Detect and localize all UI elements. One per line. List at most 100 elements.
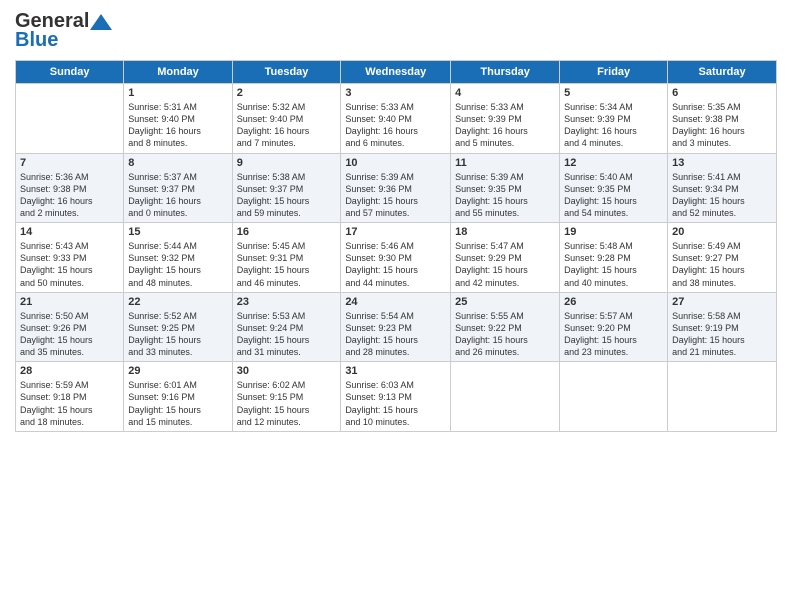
day-info: Sunrise: 5:58 AMSunset: 9:19 PMDaylight:… <box>672 310 772 359</box>
calendar-cell: 29 Sunrise: 6:01 AMSunset: 9:16 PMDayligh… <box>124 362 232 432</box>
weekday-header-monday: Monday <box>124 61 232 84</box>
calendar-week-2: 7 Sunrise: 5:36 AMSunset: 9:38 PMDaylight… <box>16 153 777 223</box>
day-number: 22 <box>128 296 227 308</box>
day-info: Sunrise: 5:45 AMSunset: 9:31 PMDaylight:… <box>237 240 337 289</box>
calendar-cell: 6 Sunrise: 5:35 AMSunset: 9:38 PMDaylight… <box>668 84 777 154</box>
calendar-cell <box>451 362 560 432</box>
calendar-cell <box>560 362 668 432</box>
day-info: Sunrise: 5:35 AMSunset: 9:38 PMDaylight:… <box>672 101 772 150</box>
day-info: Sunrise: 5:50 AMSunset: 9:26 PMDaylight:… <box>20 310 119 359</box>
day-info: Sunrise: 6:01 AMSunset: 9:16 PMDaylight:… <box>128 379 227 428</box>
logo-icon <box>90 14 112 30</box>
calendar-cell: 1 Sunrise: 5:31 AMSunset: 9:40 PMDaylight… <box>124 84 232 154</box>
calendar-cell: 31 Sunrise: 6:03 AMSunset: 9:13 PMDayligh… <box>341 362 451 432</box>
calendar-cell: 25 Sunrise: 5:55 AMSunset: 9:22 PMDayligh… <box>451 292 560 362</box>
calendar-cell: 4 Sunrise: 5:33 AMSunset: 9:39 PMDaylight… <box>451 84 560 154</box>
day-number: 11 <box>455 157 555 169</box>
day-number: 26 <box>564 296 663 308</box>
day-number: 25 <box>455 296 555 308</box>
day-number: 5 <box>564 87 663 99</box>
weekday-header-friday: Friday <box>560 61 668 84</box>
day-info: Sunrise: 5:39 AMSunset: 9:35 PMDaylight:… <box>455 171 555 220</box>
day-number: 31 <box>345 365 446 377</box>
day-number: 23 <box>237 296 337 308</box>
day-number: 17 <box>345 226 446 238</box>
calendar-week-3: 14 Sunrise: 5:43 AMSunset: 9:33 PMDayligh… <box>16 223 777 293</box>
day-number: 4 <box>455 87 555 99</box>
day-info: Sunrise: 5:41 AMSunset: 9:34 PMDaylight:… <box>672 171 772 220</box>
day-info: Sunrise: 5:33 AMSunset: 9:39 PMDaylight:… <box>455 101 555 150</box>
calendar-cell <box>16 84 124 154</box>
day-info: Sunrise: 5:52 AMSunset: 9:25 PMDaylight:… <box>128 310 227 359</box>
day-number: 6 <box>672 87 772 99</box>
calendar-cell: 10Sunrise: 5:39 AMSunset: 9:36 PMDayligh… <box>341 153 451 223</box>
day-info: Sunrise: 5:46 AMSunset: 9:30 PMDaylight:… <box>345 240 446 289</box>
day-number: 29 <box>128 365 227 377</box>
day-info: Sunrise: 5:53 AMSunset: 9:24 PMDaylight:… <box>237 310 337 359</box>
day-info: Sunrise: 5:43 AMSunset: 9:33 PMDaylight:… <box>20 240 119 289</box>
calendar-cell: 5Sunrise: 5:34 AMSunset: 9:39 PMDaylight… <box>560 84 668 154</box>
calendar-week-5: 28 Sunrise: 5:59 AMSunset: 9:18 PMDayligh… <box>16 362 777 432</box>
calendar-cell: 3Sunrise: 5:33 AMSunset: 9:40 PMDaylight… <box>341 84 451 154</box>
day-info: Sunrise: 5:37 AMSunset: 9:37 PMDaylight:… <box>128 171 227 220</box>
day-info: Sunrise: 5:36 AMSunset: 9:38 PMDaylight:… <box>20 171 119 220</box>
weekday-header-thursday: Thursday <box>451 61 560 84</box>
day-number: 13 <box>672 157 772 169</box>
day-info: Sunrise: 5:31 AMSunset: 9:40 PMDaylight:… <box>128 101 227 150</box>
day-info: Sunrise: 5:47 AMSunset: 9:29 PMDaylight:… <box>455 240 555 289</box>
calendar-table: SundayMondayTuesdayWednesdayThursdayFrid… <box>15 60 777 432</box>
day-number: 24 <box>345 296 446 308</box>
day-number: 12 <box>564 157 663 169</box>
weekday-header-saturday: Saturday <box>668 61 777 84</box>
calendar-cell: 30Sunrise: 6:02 AMSunset: 9:15 PMDayligh… <box>232 362 341 432</box>
calendar-cell: 14 Sunrise: 5:43 AMSunset: 9:33 PMDayligh… <box>16 223 124 293</box>
calendar-cell: 21 Sunrise: 5:50 AMSunset: 9:26 PMDayligh… <box>16 292 124 362</box>
day-number: 18 <box>455 226 555 238</box>
calendar-cell: 27 Sunrise: 5:58 AMSunset: 9:19 PMDayligh… <box>668 292 777 362</box>
calendar-cell: 17 Sunrise: 5:46 AMSunset: 9:30 PMDayligh… <box>341 223 451 293</box>
calendar-cell: 28 Sunrise: 5:59 AMSunset: 9:18 PMDayligh… <box>16 362 124 432</box>
calendar-cell: 26 Sunrise: 5:57 AMSunset: 9:20 PMDayligh… <box>560 292 668 362</box>
calendar-cell: 15Sunrise: 5:44 AMSunset: 9:32 PMDayligh… <box>124 223 232 293</box>
day-info: Sunrise: 5:55 AMSunset: 9:22 PMDaylight:… <box>455 310 555 359</box>
day-number: 19 <box>564 226 663 238</box>
logo: General Blue <box>15 10 113 52</box>
header: General Blue <box>15 10 777 52</box>
calendar-cell: 22 Sunrise: 5:52 AMSunset: 9:25 PMDayligh… <box>124 292 232 362</box>
calendar-cell: 7 Sunrise: 5:36 AMSunset: 9:38 PMDaylight… <box>16 153 124 223</box>
day-info: Sunrise: 6:03 AMSunset: 9:13 PMDaylight:… <box>345 379 446 428</box>
day-info: Sunrise: 5:48 AMSunset: 9:28 PMDaylight:… <box>564 240 663 289</box>
calendar-cell: 9 Sunrise: 5:38 AMSunset: 9:37 PMDaylight… <box>232 153 341 223</box>
day-info: Sunrise: 5:59 AMSunset: 9:18 PMDaylight:… <box>20 379 119 428</box>
calendar-cell: 23 Sunrise: 5:53 AMSunset: 9:24 PMDayligh… <box>232 292 341 362</box>
day-info: Sunrise: 5:38 AMSunset: 9:37 PMDaylight:… <box>237 171 337 220</box>
weekday-header-sunday: Sunday <box>16 61 124 84</box>
calendar-cell: 20Sunrise: 5:49 AMSunset: 9:27 PMDayligh… <box>668 223 777 293</box>
day-number: 21 <box>20 296 119 308</box>
day-number: 16 <box>237 226 337 238</box>
calendar-week-4: 21 Sunrise: 5:50 AMSunset: 9:26 PMDayligh… <box>16 292 777 362</box>
day-number: 27 <box>672 296 772 308</box>
weekday-header-wednesday: Wednesday <box>341 61 451 84</box>
calendar-cell: 13 Sunrise: 5:41 AMSunset: 9:34 PMDayligh… <box>668 153 777 223</box>
day-number: 20 <box>672 226 772 238</box>
calendar-cell <box>668 362 777 432</box>
day-info: Sunrise: 5:44 AMSunset: 9:32 PMDaylight:… <box>128 240 227 289</box>
day-number: 30 <box>237 365 337 377</box>
calendar-week-1: 1 Sunrise: 5:31 AMSunset: 9:40 PMDaylight… <box>16 84 777 154</box>
day-number: 8 <box>128 157 227 169</box>
day-number: 14 <box>20 226 119 238</box>
day-number: 2 <box>237 87 337 99</box>
calendar-cell: 16 Sunrise: 5:45 AMSunset: 9:31 PMDayligh… <box>232 223 341 293</box>
day-info: Sunrise: 5:57 AMSunset: 9:20 PMDaylight:… <box>564 310 663 359</box>
day-number: 1 <box>128 87 227 99</box>
day-number: 28 <box>20 365 119 377</box>
day-number: 3 <box>345 87 446 99</box>
calendar-cell: 12Sunrise: 5:40 AMSunset: 9:35 PMDayligh… <box>560 153 668 223</box>
day-number: 7 <box>20 157 119 169</box>
weekday-header-tuesday: Tuesday <box>232 61 341 84</box>
day-number: 9 <box>237 157 337 169</box>
calendar-cell: 24 Sunrise: 5:54 AMSunset: 9:23 PMDayligh… <box>341 292 451 362</box>
day-info: Sunrise: 5:32 AMSunset: 9:40 PMDaylight:… <box>237 101 337 150</box>
day-info: Sunrise: 5:54 AMSunset: 9:23 PMDaylight:… <box>345 310 446 359</box>
